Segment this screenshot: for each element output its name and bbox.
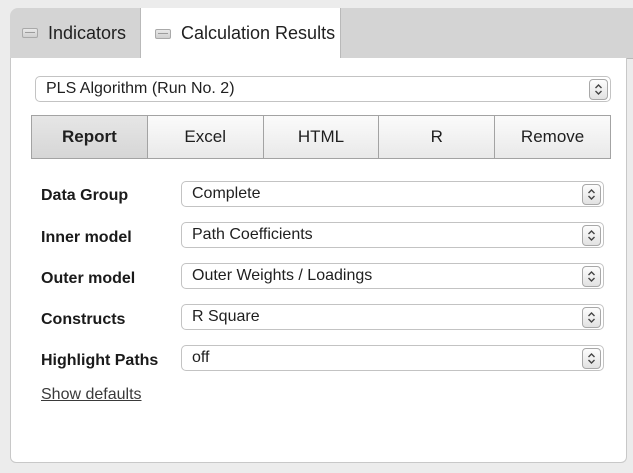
stepper-icon[interactable] [582,265,601,287]
stepper-icon[interactable] [582,183,601,205]
html-button[interactable]: HTML [262,115,380,159]
inner-model-value: Path Coefficients [192,226,313,243]
tab-indicators[interactable]: Indicators [10,8,140,58]
remove-button[interactable]: Remove [494,115,611,159]
tab-label: Calculation Results [181,23,336,43]
tab-bar: Indicators Calculation Results [10,8,633,59]
excel-button[interactable]: Excel [146,115,264,159]
highlight-paths-value: off [192,349,210,366]
results-panel: PLS Algorithm (Run No. 2) Report Excel H… [10,58,627,463]
stepper-icon[interactable] [582,306,601,328]
run-select-value: PLS Algorithm (Run No. 2) [46,80,235,97]
outer-model-label: Outer model [41,270,136,287]
inner-model-label: Inner model [41,229,132,246]
r-button[interactable]: R [378,115,496,159]
outer-model-value: Outer Weights / Loadings [192,267,373,284]
stepper-icon[interactable] [589,78,608,100]
data-group-value: Complete [192,185,261,202]
tab-label: Indicators [48,22,127,43]
highlight-paths-label: Highlight Paths [41,352,159,369]
report-button[interactable]: Report [31,115,148,159]
constructs-value: R Square [192,308,260,325]
stepper-icon[interactable] [582,347,601,369]
app-window: Indicators Calculation Results PLS Algor… [0,0,633,473]
outer-model-select[interactable]: Outer Weights / Loadings [181,263,604,289]
run-select[interactable]: PLS Algorithm (Run No. 2) [35,76,611,102]
inner-model-select[interactable]: Path Coefficients [181,222,604,248]
constructs-select[interactable]: R Square [181,304,604,330]
tab-calculation-results[interactable]: Calculation Results [140,8,341,59]
stepper-icon[interactable] [582,224,601,246]
window-icon [155,28,171,39]
export-button-group: Report Excel HTML R Remove [31,115,611,159]
constructs-label: Constructs [41,311,126,328]
data-group-label: Data Group [41,187,129,204]
window-icon [22,28,38,38]
show-defaults-link[interactable]: Show defaults [41,386,142,404]
data-group-select[interactable]: Complete [181,181,604,207]
highlight-paths-select[interactable]: off [181,345,604,371]
